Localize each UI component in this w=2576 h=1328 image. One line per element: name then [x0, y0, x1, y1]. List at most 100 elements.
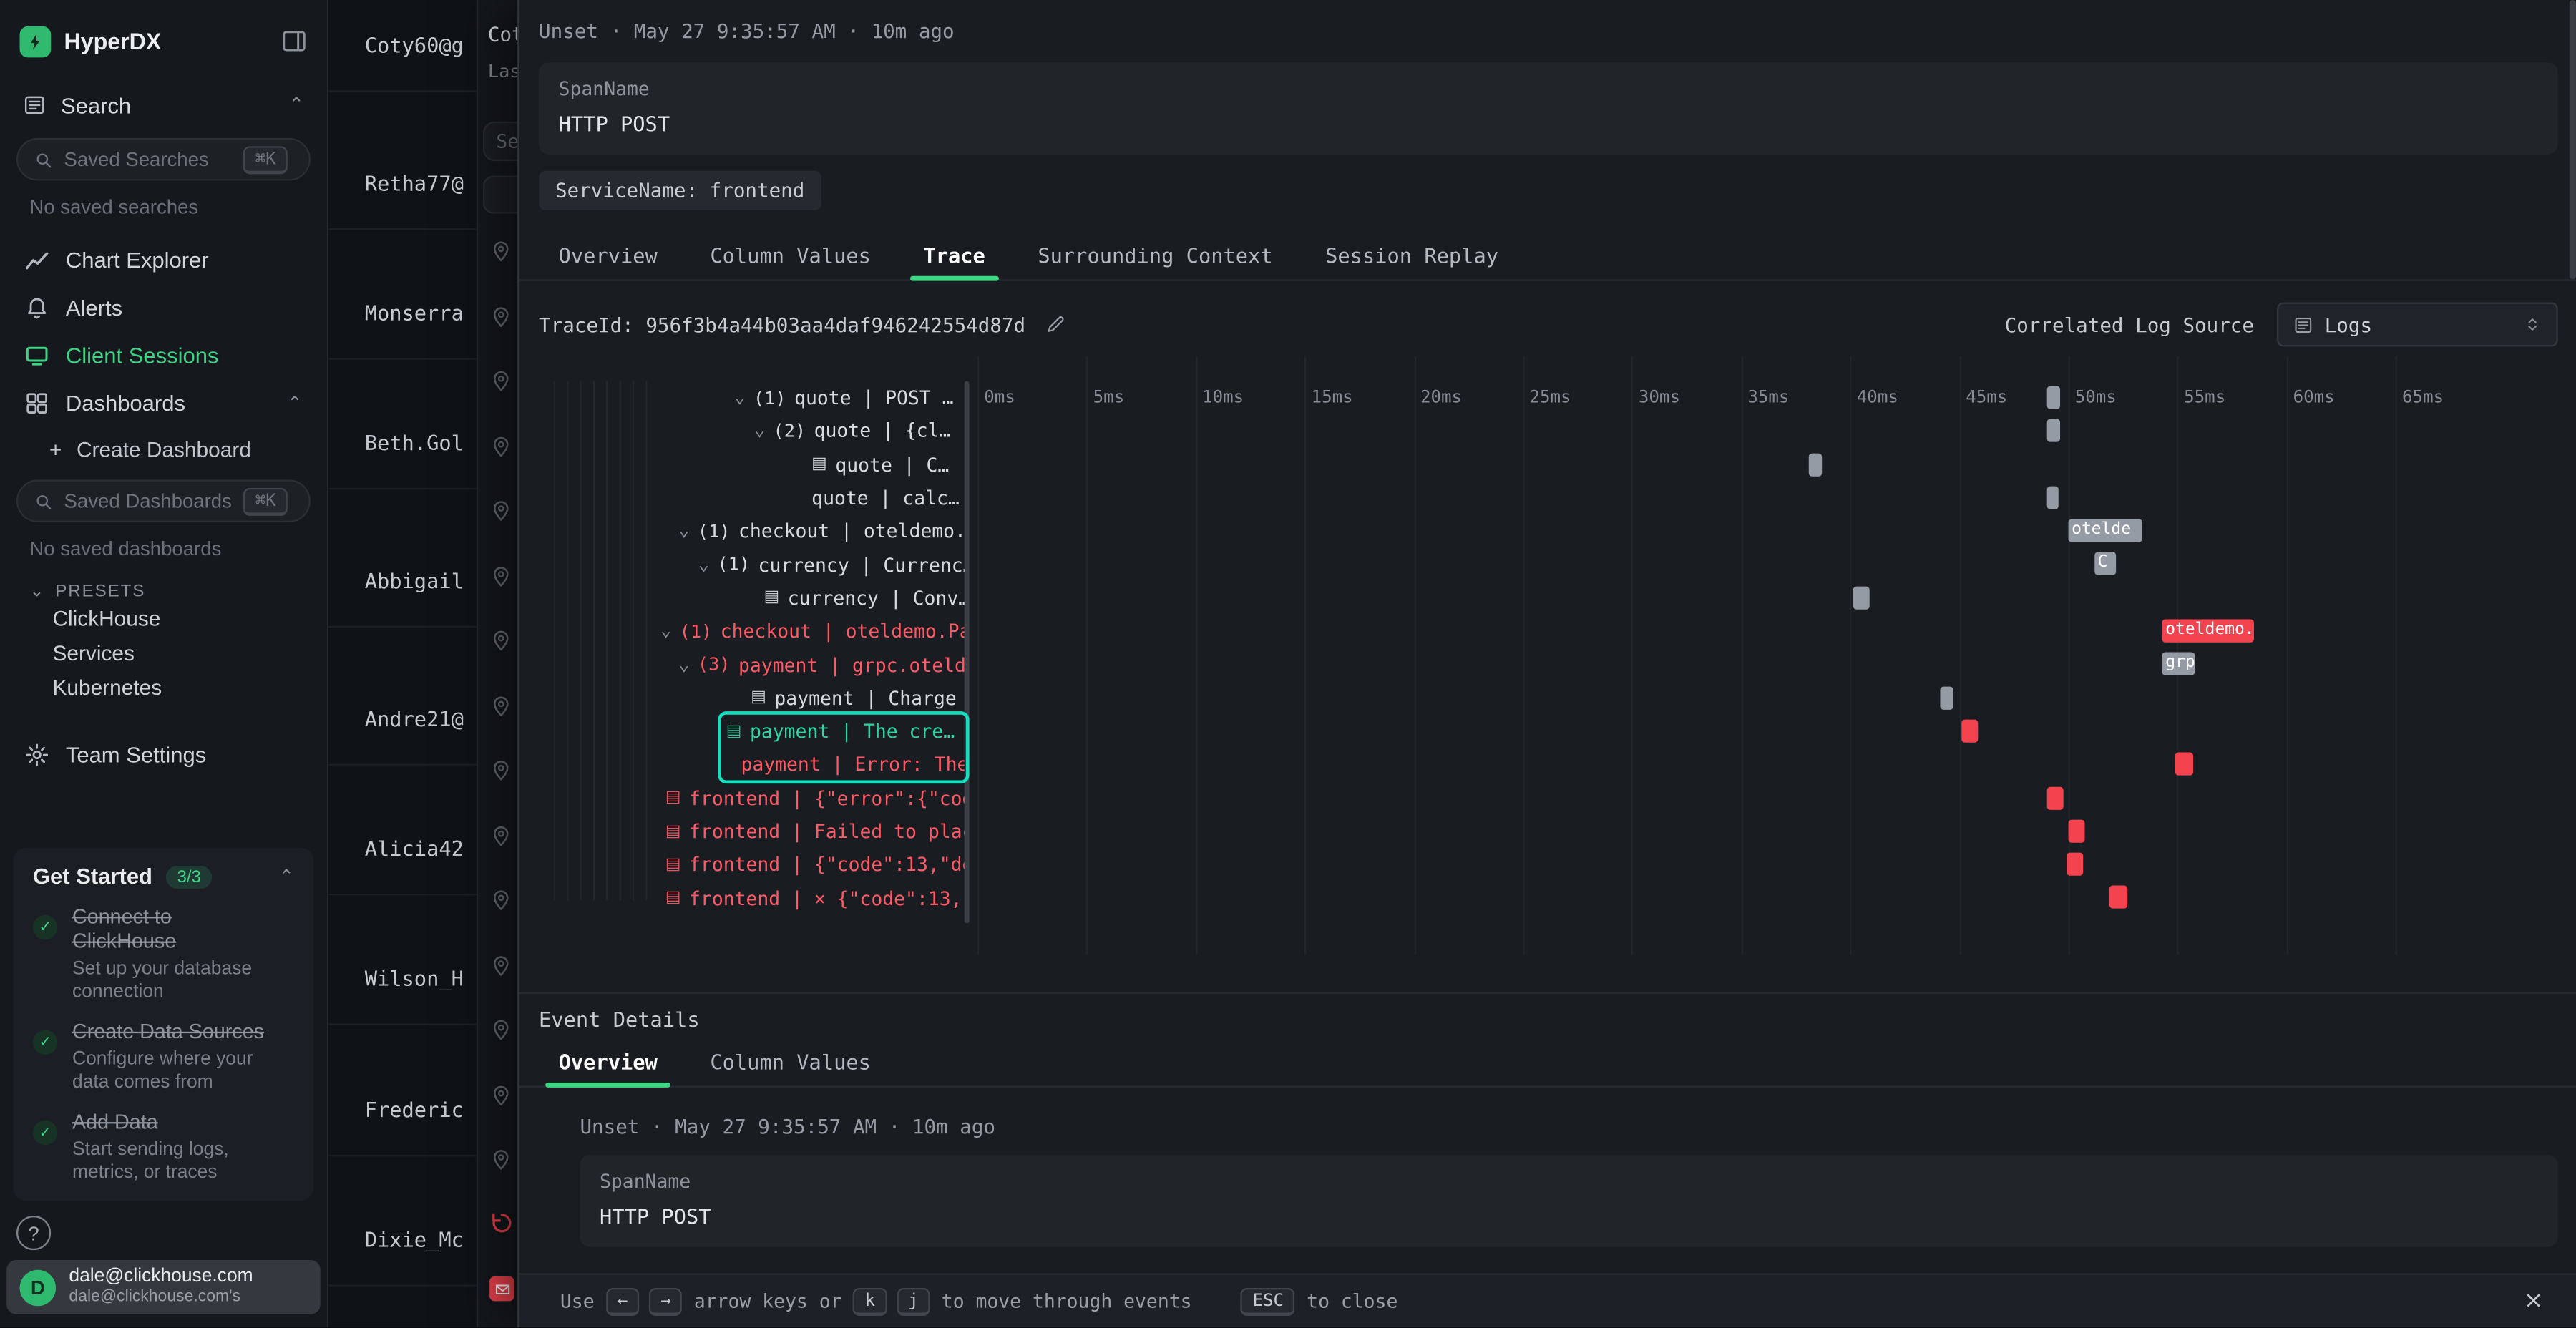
event-details-tab-overview[interactable]: Overview	[532, 1038, 684, 1086]
chevron-down-icon[interactable]: ⌄	[660, 623, 671, 640]
span-duration-bar[interactable]	[1809, 453, 1822, 476]
event-details-tab-column-values[interactable]: Column Values	[684, 1038, 897, 1086]
create-dashboard-button[interactable]: + Create Dashboard	[0, 427, 327, 470]
chevron-down-icon[interactable]: ⌄	[734, 389, 745, 406]
scrollbar-thumb[interactable]	[2570, 0, 2576, 279]
span-duration-bar[interactable]: C	[2094, 553, 2116, 576]
background-search-input[interactable]: Se	[483, 122, 519, 161]
trace-row[interactable]: ⌄(2)quote | {cl…	[519, 414, 2576, 448]
session-replay-error-icon[interactable]	[489, 1211, 514, 1235]
location-pin-icon[interactable]	[489, 824, 512, 846]
sidebar-item-team-settings[interactable]: Team Settings	[0, 731, 327, 779]
span-duration-bar[interactable]	[2069, 819, 2085, 842]
span-duration-bar[interactable]	[1961, 720, 1978, 743]
get-started-header[interactable]: Get Started 3/3 ⌃	[33, 864, 294, 889]
trace-row[interactable]: ▤frontend | Failed to place…	[519, 814, 2576, 848]
trace-row[interactable]: ▤currency | Conv…	[519, 581, 2576, 615]
session-row[interactable]: Wilson_H	[365, 966, 464, 990]
trace-row[interactable]: ▤payment | Charge …	[519, 681, 2576, 715]
get-started-step[interactable]: ✓Add DataStart sending logs, metrics, or…	[33, 1110, 294, 1184]
background-control[interactable]	[483, 176, 519, 214]
session-row[interactable]: Andre21@	[365, 706, 464, 731]
trace-row[interactable]: ⌄(1)quote | POST …	[519, 381, 2576, 415]
session-row[interactable]: Frederic	[365, 1098, 464, 1122]
chevron-up-icon[interactable]: ⌃	[279, 866, 294, 887]
saved-dashboards-input[interactable]: Saved Dashboards ⌘K	[16, 479, 311, 522]
location-pin-icon[interactable]	[489, 305, 512, 328]
trace-row[interactable]: ▤frontend | × {"code":13,"d…	[519, 882, 2576, 915]
tab-surrounding-context[interactable]: Surrounding Context	[1012, 230, 1299, 279]
span-duration-bar[interactable]	[2046, 386, 2059, 409]
trace-row[interactable]: ▤frontend | {"code":13,"det…	[519, 848, 2576, 882]
location-pin-icon[interactable]	[489, 499, 512, 522]
session-row[interactable]: Beth.Gol	[365, 431, 464, 455]
location-pin-icon[interactable]	[489, 434, 512, 457]
session-row[interactable]: Dixie_Mc	[365, 1227, 464, 1251]
preset-item-kubernetes[interactable]: Kubernetes	[0, 670, 327, 705]
get-started-step[interactable]: ✓Connect to ClickHouseSet up your databa…	[33, 905, 294, 1004]
chevron-up-icon[interactable]: ⌃	[289, 97, 304, 113]
location-pin-icon[interactable]	[489, 629, 512, 652]
session-row[interactable]: Alicia42	[365, 836, 464, 861]
tab-column-values[interactable]: Column Values	[684, 230, 897, 279]
tab-overview[interactable]: Overview	[532, 230, 684, 279]
chevron-up-icon[interactable]: ⌃	[287, 393, 302, 414]
search-section-header[interactable]: Search ⌃	[0, 82, 327, 128]
close-icon[interactable]: ×	[2524, 1288, 2543, 1314]
trace-row[interactable]: ⌄(1)checkout | oteldemo.Pa…oteldemo.	[519, 615, 2576, 648]
chevron-down-icon[interactable]: ⌄	[754, 423, 765, 439]
location-pin-icon[interactable]	[489, 565, 512, 587]
hyperdx-logo-icon[interactable]	[20, 26, 52, 57]
session-row[interactable]: Retha77@	[365, 171, 464, 195]
tree-timeline-divider[interactable]	[965, 381, 970, 924]
mail-error-icon[interactable]	[489, 1276, 514, 1301]
tab-trace[interactable]: Trace	[897, 230, 1012, 279]
span-duration-bar[interactable]	[2066, 853, 2082, 876]
span-duration-bar[interactable]	[2046, 419, 2059, 442]
span-duration-bar[interactable]: oteldemo.	[2162, 620, 2254, 643]
session-row[interactable]: Abbigail	[365, 568, 464, 592]
location-pin-icon[interactable]	[489, 759, 512, 782]
user-menu[interactable]: D dale@clickhouse.com dale@clickhouse.co…	[6, 1260, 321, 1314]
trace-row[interactable]: ▤frontend | {"error":{"code…	[519, 781, 2576, 815]
span-duration-bar[interactable]	[1940, 686, 1953, 709]
span-duration-bar[interactable]	[2175, 753, 2192, 776]
span-duration-bar[interactable]: grp	[2162, 653, 2195, 675]
sidebar-item-dashboards[interactable]: Dashboards⌃	[0, 379, 327, 427]
trace-row[interactable]: ⌄(3)payment | grpc.oteld…grp	[519, 648, 2576, 681]
saved-searches-input[interactable]: Saved Searches ⌘K	[16, 138, 311, 181]
get-started-step[interactable]: ✓Create Data SourcesConfigure where your…	[33, 1020, 294, 1094]
location-pin-icon[interactable]	[489, 694, 512, 717]
trace-row[interactable]: ⌄(1)currency | Currenc…C	[519, 548, 2576, 582]
location-pin-icon[interactable]	[489, 1148, 512, 1171]
help-button[interactable]: ?	[16, 1216, 51, 1250]
collapse-sidebar-icon[interactable]	[281, 28, 308, 54]
span-duration-bar[interactable]	[2109, 887, 2127, 909]
trace-row[interactable]: quote | calc…	[519, 481, 2576, 514]
location-pin-icon[interactable]	[489, 370, 512, 393]
sidebar-item-alerts[interactable]: Alerts	[0, 284, 327, 332]
session-row[interactable]: Monserra	[365, 301, 464, 325]
sidebar-item-client-sessions[interactable]: Client Sessions	[0, 332, 327, 380]
edit-icon[interactable]	[1045, 314, 1067, 336]
chevron-down-icon[interactable]: ⌄	[698, 556, 709, 572]
session-row[interactable]: Coty60@g	[365, 33, 464, 57]
tab-session-replay[interactable]: Session Replay	[1299, 230, 1524, 279]
preset-item-services[interactable]: Services	[0, 636, 327, 670]
trace-row[interactable]: ⌄(1)checkout | oteldemo.…otelde	[519, 514, 2576, 548]
service-name-chip[interactable]: ServiceName: frontend	[539, 171, 821, 210]
log-source-select[interactable]: Logs	[2277, 302, 2558, 346]
location-pin-icon[interactable]	[489, 1083, 512, 1106]
chevron-down-icon[interactable]: ⌄	[678, 656, 689, 673]
presets-header[interactable]: ⌄ PRESETS	[29, 582, 327, 602]
span-duration-bar[interactable]: otelde	[2069, 519, 2143, 542]
location-pin-icon[interactable]	[489, 1018, 512, 1041]
location-pin-icon[interactable]	[489, 240, 512, 263]
sidebar-item-chart-explorer[interactable]: Chart Explorer	[0, 237, 327, 285]
chevron-down-icon[interactable]: ⌄	[678, 523, 689, 540]
trace-row[interactable]: ▤quote | C…	[519, 448, 2576, 482]
preset-item-clickhouse[interactable]: ClickHouse	[0, 601, 327, 635]
span-duration-bar[interactable]	[2046, 786, 2063, 809]
location-pin-icon[interactable]	[489, 954, 512, 977]
location-pin-icon[interactable]	[489, 889, 512, 912]
